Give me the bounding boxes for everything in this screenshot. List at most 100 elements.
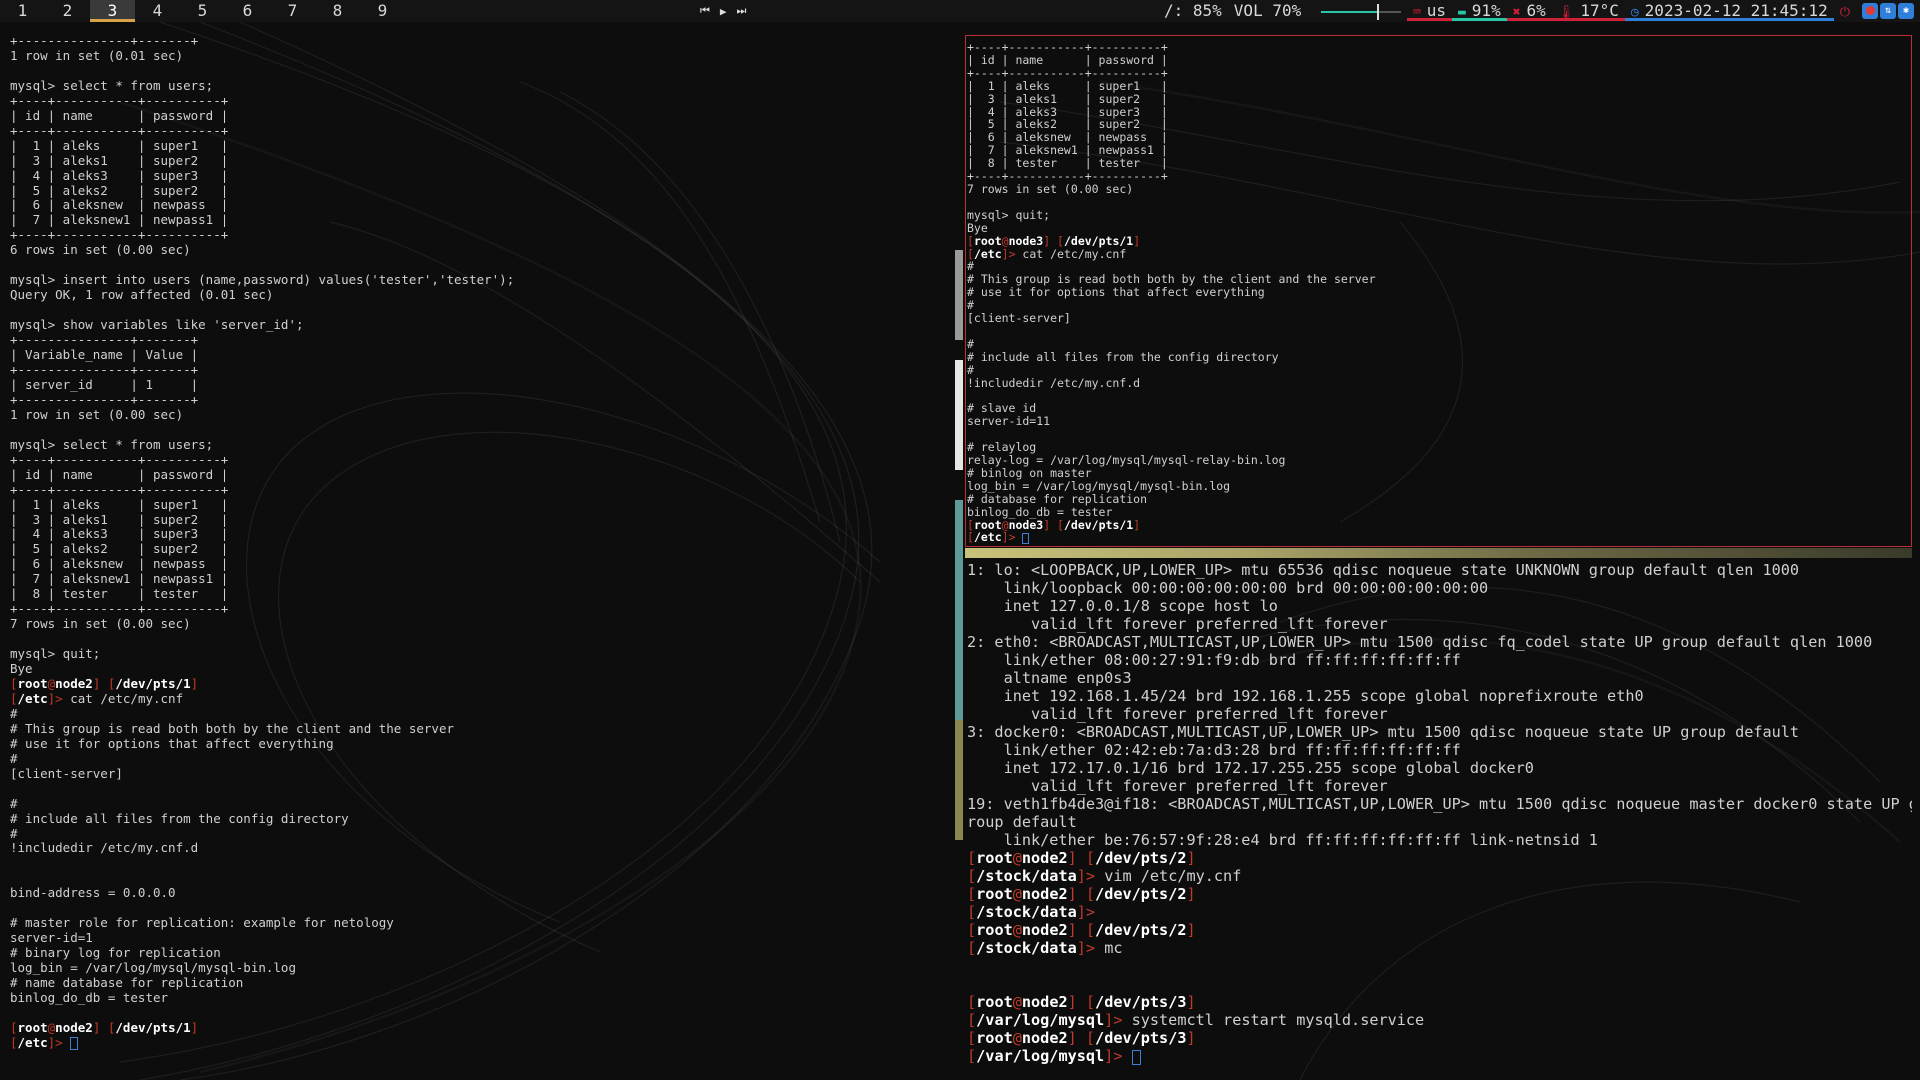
terminal-line: | 7 | aleksnew1 | newpass1 | [10, 571, 229, 587]
prompt-bracket: ] [1186, 921, 1196, 939]
workspace-5[interactable]: 5 [180, 0, 225, 22]
workspace-7[interactable]: 7 [270, 0, 315, 22]
prompt-host: node3 [1008, 517, 1044, 532]
tray-network-icon[interactable]: ⇅ [1880, 3, 1896, 19]
terminal-top-right[interactable]: +----+-----------+----------+ | id | nam… [965, 35, 1912, 547]
terminal-line: link/ether 08:00:27:91:f9:db brd ff:ff:f… [967, 651, 1461, 669]
workspace-8[interactable]: 8 [315, 0, 360, 22]
terminal-line: # [10, 795, 18, 811]
prompt-bracket: ] [ [92, 1019, 116, 1035]
workspace-2[interactable]: 2 [45, 0, 90, 22]
terminal-line: [/etc]> cat /etc/my.cnf [10, 691, 183, 706]
clock-text: 2023-02-12 21:45:12 [1644, 1, 1828, 20]
prompt-command: cat /etc/my.cnf [70, 690, 184, 706]
terminal-line: 1 row in set (0.01 sec) [10, 47, 184, 63]
prompt-bracket: ] [1133, 517, 1141, 532]
terminal-line: Query OK, 1 row affected (0.01 sec) [10, 287, 274, 303]
prompt-bracket: ] [1186, 849, 1196, 867]
workspace-9[interactable]: 9 [360, 0, 405, 22]
terminal-line: [/var/log/mysql]> [967, 1047, 1141, 1065]
prompt-host: node2 [1021, 849, 1068, 867]
terminal-line: +----+-----------+----------+ [10, 601, 229, 617]
prompt-bracket: ] [ [1067, 885, 1096, 903]
terminal-line: binlog_do_db = tester [10, 990, 169, 1005]
temperature-widget: 🌡 17°C [1551, 1, 1625, 21]
prompt-bracket: [ [10, 1034, 18, 1050]
prompt-host: node2 [1021, 885, 1068, 903]
terminal-line: | 6 | aleksnew | newpass | [10, 556, 229, 572]
terminal-line: # This group is read both both by the cl… [10, 720, 455, 736]
prompt-tty: /dev/pts/1 [1063, 233, 1134, 248]
keyboard-icon: ⌨ [1412, 5, 1421, 20]
prompt-tty: /dev/pts/3 [1095, 1029, 1187, 1047]
terminal-line: # slave id [967, 401, 1037, 416]
volume-slider-fill [1320, 10, 1377, 13]
prompt-user: root [976, 993, 1013, 1011]
prompt-user: root [976, 885, 1013, 903]
volume-slider[interactable] [1320, 3, 1401, 20]
terminal-line: | 5 | aleks2 | super2 | [967, 117, 1168, 132]
prompt-bracket: [ [967, 993, 977, 1011]
left-edge-strip-gray [955, 250, 963, 340]
prompt-tty: /dev/pts/1 [1063, 517, 1134, 532]
terminal-line: mysql> select * from users; [10, 77, 214, 93]
keyboard-layout[interactable]: ⌨ us [1406, 1, 1452, 21]
tray-app-red-icon[interactable] [1862, 3, 1878, 19]
terminal-line: +----+-----------+----------+ [10, 451, 229, 467]
workspace-1[interactable]: 1 [0, 0, 45, 22]
terminal-line: | 1 | aleks | super1 | [10, 137, 229, 153]
terminal-line: # relaylog [967, 440, 1037, 455]
terminal-line: Bye [967, 220, 988, 235]
terminal-line: # name database for replication [10, 975, 244, 991]
terminal-line: | 7 | aleksnew1 | newpass1 | [967, 143, 1168, 158]
power-icon[interactable]: ⏻ [1840, 5, 1850, 20]
prompt-bracket: ] [1133, 233, 1141, 248]
terminal-line: | 3 | aleks1 | super2 | [10, 511, 229, 527]
terminal-line: | 7 | aleksnew1 | newpass1 | [10, 212, 229, 228]
workspace-6[interactable]: 6 [225, 0, 270, 22]
prompt-user: root [973, 517, 1002, 532]
workspace-3[interactable]: 3 [90, 0, 135, 22]
keyboard-layout-text: us [1426, 1, 1446, 20]
terminal-line: | server_id | 1 | [10, 376, 199, 392]
terminal-left[interactable]: +---------------+-------+ 1 row in set (… [0, 28, 955, 1073]
terminal-line: [/stock/data]> vim /etc/my.cnf [967, 867, 1241, 885]
terminal-line: 19: veth1fb4de3@if18: <BROADCAST,MULTICA… [967, 795, 1912, 813]
prompt-cwd: /stock/data [976, 939, 1077, 957]
terminal-line: inet 127.0.0.1/8 scope host lo [967, 597, 1278, 615]
prompt-tty: /dev/pts/3 [1095, 993, 1187, 1011]
terminal-cursor [1022, 532, 1030, 545]
power-widget[interactable]: ⏻ [1834, 1, 1856, 21]
prompt-bracket: ] [190, 1019, 199, 1035]
previous-track-icon[interactable]: ⏮ [700, 4, 710, 18]
prompt-user: root [973, 233, 1002, 248]
terminal-line: | id | name | password | [10, 466, 229, 482]
prompt-tty: /dev/pts/2 [1095, 849, 1187, 867]
terminal-line: [root@node2] [/dev/pts/3] [967, 1029, 1196, 1047]
terminal-line: # database for replication [967, 491, 1148, 506]
prompt-cwd: /var/log/mysql [976, 1047, 1105, 1065]
terminal-line: # include all files from the config dire… [10, 810, 349, 826]
prompt-host: node2 [1021, 921, 1068, 939]
next-track-icon[interactable]: ⏭ [737, 4, 747, 18]
left-edge-strip-olive [955, 720, 963, 840]
terminal-line: # binlog on master [967, 465, 1092, 480]
terminal-line: link/loopback 00:00:00:00:00:00 brd 00:0… [967, 579, 1489, 597]
terminal-bottom-right[interactable]: 1: lo: <LOOPBACK,UP,LOWER_UP> mtu 65536 … [965, 558, 1912, 1073]
terminal-line: mysql> select * from users; [10, 436, 214, 452]
terminal-line: mysql> insert into users (name,password)… [10, 272, 515, 288]
terminal-line: | 5 | aleks2 | super2 | [10, 182, 229, 198]
prompt-arrow: ]> [47, 1034, 71, 1050]
volume-widget[interactable]: VOL 70% [1228, 1, 1407, 21]
play-icon[interactable]: ▶ [720, 5, 727, 18]
clock-widget[interactable]: ◷ 2023-02-12 21:45:12 [1624, 1, 1834, 21]
prompt-user: root [976, 921, 1013, 939]
terminal-line: [/stock/data]> [967, 903, 1104, 921]
terminal-cursor [70, 1037, 78, 1050]
prompt-host: node2 [1021, 993, 1068, 1011]
tray-bluetooth-icon[interactable]: ✱ [1898, 3, 1914, 19]
volume-slider-knob[interactable] [1376, 3, 1379, 20]
prompt-bracket: [ [967, 849, 977, 867]
workspace-4[interactable]: 4 [135, 0, 180, 22]
terminal-line: # use it for options that affect everyth… [967, 285, 1265, 300]
